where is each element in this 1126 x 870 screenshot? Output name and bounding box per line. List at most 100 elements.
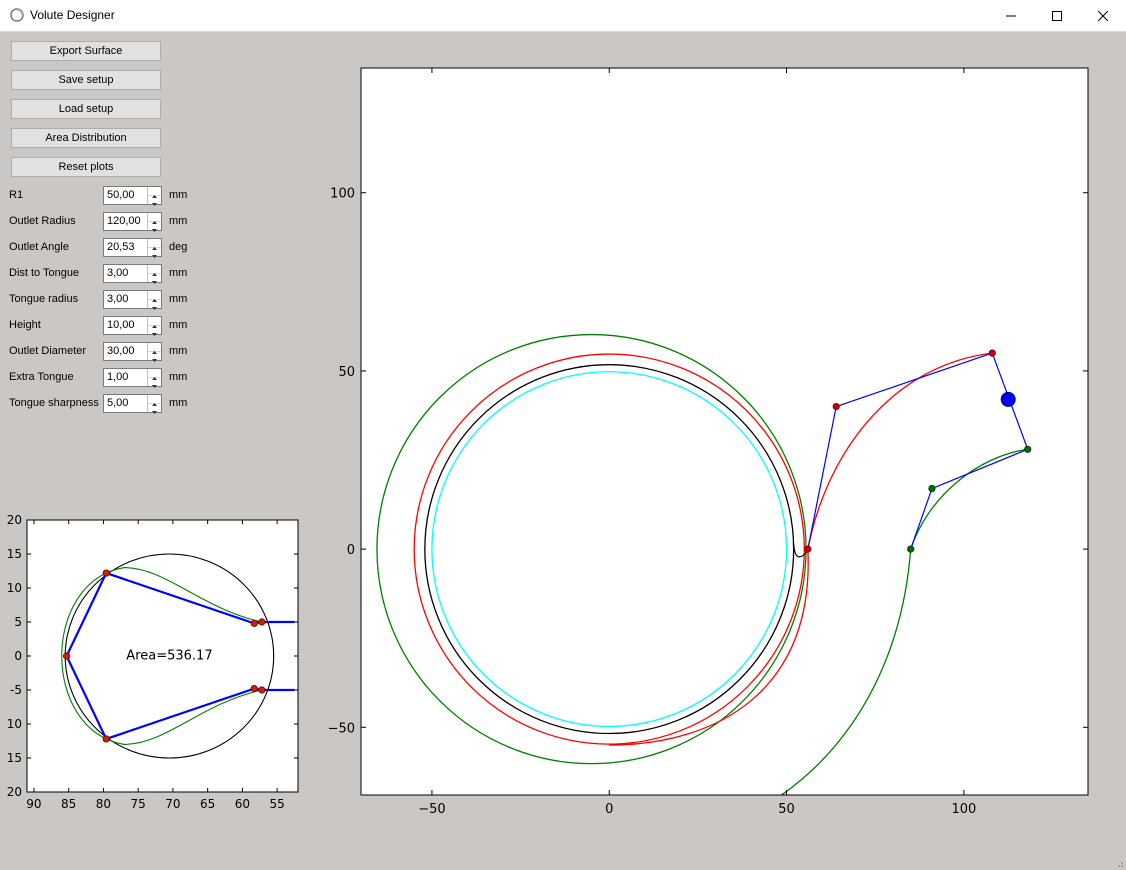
control-point-green xyxy=(907,545,915,553)
arrow-down-icon xyxy=(152,333,157,336)
control-point-red xyxy=(988,349,996,357)
spin-down-button[interactable] xyxy=(148,274,161,284)
x-tick-label: 70 xyxy=(165,797,180,811)
spin-up-button[interactable] xyxy=(148,213,161,224)
param-spinbox[interactable]: 120,00 xyxy=(103,212,162,232)
param-label: Height xyxy=(9,319,41,331)
app-icon xyxy=(10,8,24,22)
area-annotation: Area=536.17 xyxy=(126,648,212,663)
param-value[interactable]: 120,00 xyxy=(107,215,141,227)
maximize-button[interactable] xyxy=(1034,0,1080,31)
param-value[interactable]: 30,00 xyxy=(107,345,135,357)
param-label: Extra Tongue xyxy=(9,371,74,383)
section-control-point xyxy=(102,569,110,577)
section-control-point xyxy=(258,686,266,694)
close-icon xyxy=(1098,10,1108,21)
section-control-point xyxy=(63,652,71,660)
export-surface-button[interactable]: Export Surface xyxy=(11,41,161,61)
spin-up-button[interactable] xyxy=(148,187,161,198)
resize-grip-icon[interactable] xyxy=(1114,858,1124,868)
x-tick-label: 65 xyxy=(200,797,215,811)
param-spinbox[interactable]: 10,00 xyxy=(103,316,162,336)
spin-up-button[interactable] xyxy=(148,369,161,380)
x-tick-label: 80 xyxy=(96,797,111,811)
param-spinbox[interactable]: 1,00 xyxy=(103,368,162,388)
param-label: Tongue radius xyxy=(9,293,79,305)
spin-down-button[interactable] xyxy=(148,378,161,388)
arrow-down-icon xyxy=(152,385,157,388)
y-tick-label: -5 xyxy=(10,683,22,697)
param-unit: mm xyxy=(169,293,188,305)
spin-up-button[interactable] xyxy=(148,265,161,276)
spin-down-button[interactable] xyxy=(148,352,161,362)
param-value[interactable]: 5,00 xyxy=(107,397,128,409)
param-value[interactable]: 1,00 xyxy=(107,371,128,383)
param-value[interactable]: 10,00 xyxy=(107,319,135,331)
spin-arrows xyxy=(147,317,161,336)
x-tick-label: −50 xyxy=(418,802,445,817)
param-unit: deg xyxy=(169,241,188,253)
spin-down-button[interactable] xyxy=(148,326,161,336)
arrow-down-icon xyxy=(152,203,157,206)
param-spinbox[interactable]: 5,00 xyxy=(103,394,162,414)
volute-plot[interactable]: −50 0 50 100 100 50 0 −50 xyxy=(320,60,1110,820)
close-button[interactable] xyxy=(1080,0,1126,31)
reset-plots-button[interactable]: Reset plots xyxy=(11,157,161,177)
outlet-handle xyxy=(1000,391,1016,407)
param-unit: mm xyxy=(169,215,188,227)
title-bar: Volute Designer xyxy=(0,0,1126,32)
spin-arrows xyxy=(147,343,161,362)
spin-up-button[interactable] xyxy=(148,395,161,406)
load-setup-button[interactable]: Load setup xyxy=(11,99,161,119)
spin-up-button[interactable] xyxy=(148,343,161,354)
control-point-red xyxy=(832,402,840,411)
param-spinbox[interactable]: 3,00 xyxy=(103,264,162,284)
control-point-red xyxy=(804,545,812,553)
param-value[interactable]: 50,00 xyxy=(107,189,135,201)
spin-up-button[interactable] xyxy=(148,317,161,328)
param-unit: mm xyxy=(169,267,188,279)
minimize-button[interactable] xyxy=(988,0,1034,31)
minimize-icon xyxy=(1006,15,1016,16)
spin-up-button[interactable] xyxy=(148,291,161,302)
x-tick-label: 0 xyxy=(605,802,613,817)
param-label: Tongue sharpness xyxy=(9,397,99,409)
param-spinbox[interactable]: 50,00 xyxy=(103,186,162,206)
param-spinbox[interactable]: 3,00 xyxy=(103,290,162,310)
param-label: Outlet Radius xyxy=(9,215,76,227)
param-unit: mm xyxy=(169,319,188,331)
y-tick-label: 15 xyxy=(7,547,22,561)
y-tick-label: 15 xyxy=(7,751,22,765)
y-tick-label: 100 xyxy=(330,187,355,202)
save-setup-button[interactable]: Save setup xyxy=(11,70,161,90)
spin-arrows xyxy=(147,395,161,414)
param-spinbox[interactable]: 30,00 xyxy=(103,342,162,362)
param-value[interactable]: 3,00 xyxy=(107,267,128,279)
area-distribution-button[interactable]: Area Distribution xyxy=(11,128,161,148)
arrow-down-icon xyxy=(152,359,157,362)
x-tick-label: 100 xyxy=(951,802,976,817)
spin-arrows xyxy=(147,291,161,310)
x-tick-label: 75 xyxy=(131,797,146,811)
area-plot[interactable]: Area=536.17 90 85 80 75 70 65 60 55 20 15 10 5 0 -5 10 1… xyxy=(0,512,305,817)
spin-down-button[interactable] xyxy=(148,222,161,232)
spin-up-button[interactable] xyxy=(148,239,161,250)
y-tick-label: 10 xyxy=(7,717,22,731)
spin-down-button[interactable] xyxy=(148,196,161,206)
spin-down-button[interactable] xyxy=(148,404,161,414)
spin-down-button[interactable] xyxy=(148,300,161,310)
y-tick-label: −50 xyxy=(328,721,355,736)
param-value[interactable]: 20,53 xyxy=(107,241,135,253)
maximize-icon xyxy=(1052,10,1062,21)
spin-arrows xyxy=(147,187,161,206)
param-spinbox[interactable]: 20,53 xyxy=(103,238,162,258)
y-tick-label: 0 xyxy=(14,649,22,663)
spin-down-button[interactable] xyxy=(148,248,161,258)
param-value[interactable]: 3,00 xyxy=(107,293,128,305)
spin-arrows xyxy=(147,369,161,388)
x-tick-label: 85 xyxy=(61,797,76,811)
y-tick-label: 50 xyxy=(338,365,355,380)
spin-arrows xyxy=(147,265,161,284)
control-point-green xyxy=(928,484,936,493)
window-title: Volute Designer xyxy=(30,8,115,22)
